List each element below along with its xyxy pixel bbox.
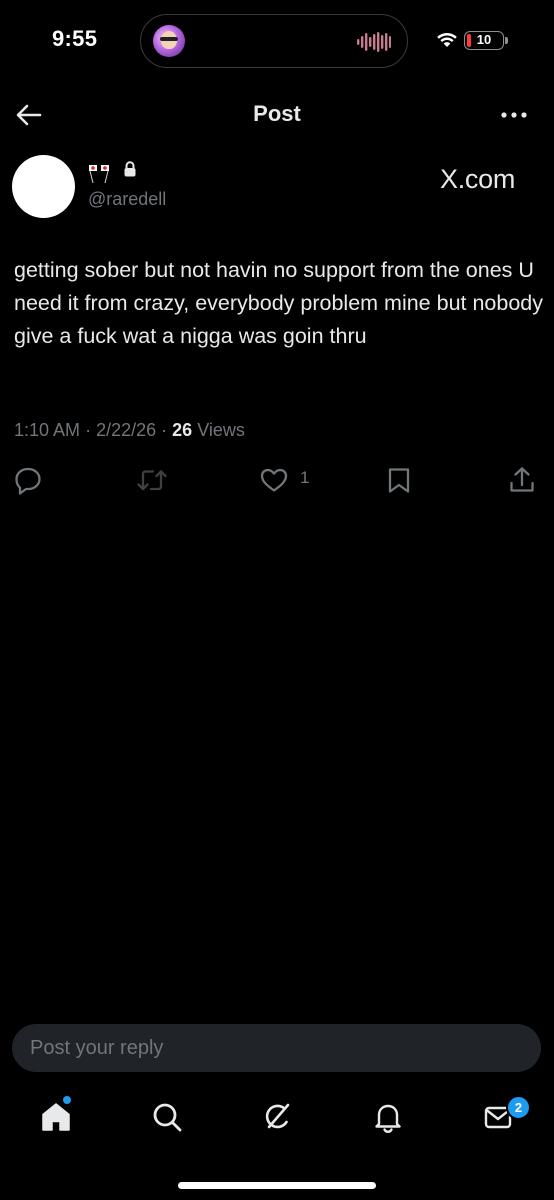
like-button[interactable] — [259, 464, 289, 496]
reply-icon — [15, 467, 41, 495]
reply-button[interactable] — [14, 464, 42, 496]
meta-separator: · — [85, 420, 92, 440]
reply-placeholder: Post your reply — [30, 1037, 164, 1059]
grok-icon — [265, 1103, 290, 1129]
like-count: 1 — [300, 468, 310, 487]
audio-waveform-icon — [357, 32, 391, 52]
heart-icon — [260, 468, 288, 492]
japan-flag-emoji — [88, 164, 98, 184]
dynamic-island[interactable] — [140, 14, 408, 68]
views-count[interactable]: 26 — [172, 420, 192, 440]
xcom-source-label: X.com — [440, 164, 516, 194]
battery-percent: 10 — [476, 32, 492, 47]
nav-grok[interactable] — [257, 1099, 297, 1139]
views-label[interactable]: Views — [197, 420, 245, 440]
home-unread-dot — [63, 1096, 71, 1104]
post-text: getting sober but not havin no support f… — [14, 258, 549, 348]
status-time: 9:55 — [52, 26, 98, 51]
post-date: 2/22/26 — [96, 420, 157, 440]
home-icon — [42, 1103, 70, 1131]
nav-notifications[interactable] — [368, 1099, 408, 1139]
repost-icon — [137, 470, 167, 491]
wifi-icon — [437, 32, 457, 47]
page-title: Post — [253, 101, 301, 126]
bell-icon — [375, 1104, 401, 1134]
more-options-button[interactable] — [496, 104, 532, 126]
reply-input[interactable]: Post your reply — [12, 1024, 541, 1072]
bookmark-icon — [388, 468, 410, 493]
home-indicator[interactable] — [178, 1182, 376, 1189]
lock-icon — [124, 161, 136, 177]
share-icon — [510, 467, 534, 492]
battery-icon: 10 — [464, 31, 504, 50]
author-handle[interactable]: @raredell — [88, 189, 166, 210]
meta-separator: · — [161, 420, 168, 440]
author-name-row[interactable] — [88, 160, 137, 184]
nav-home[interactable] — [36, 1099, 76, 1139]
share-button[interactable] — [508, 464, 536, 496]
nav-search[interactable] — [147, 1099, 187, 1139]
repost-button[interactable] — [135, 464, 169, 496]
post-time: 1:10 AM — [14, 420, 81, 440]
more-horizontal-icon — [501, 112, 527, 118]
messages-badge: 2 — [506, 1095, 531, 1120]
search-icon — [153, 1103, 182, 1132]
post-metadata: 1:10 AM · 2/22/26 · 26 Views — [14, 420, 245, 441]
bookmark-button[interactable] — [386, 464, 412, 496]
now-playing-avatar — [153, 25, 185, 57]
author-avatar[interactable] — [12, 155, 75, 218]
japan-flag-emoji — [100, 164, 110, 184]
